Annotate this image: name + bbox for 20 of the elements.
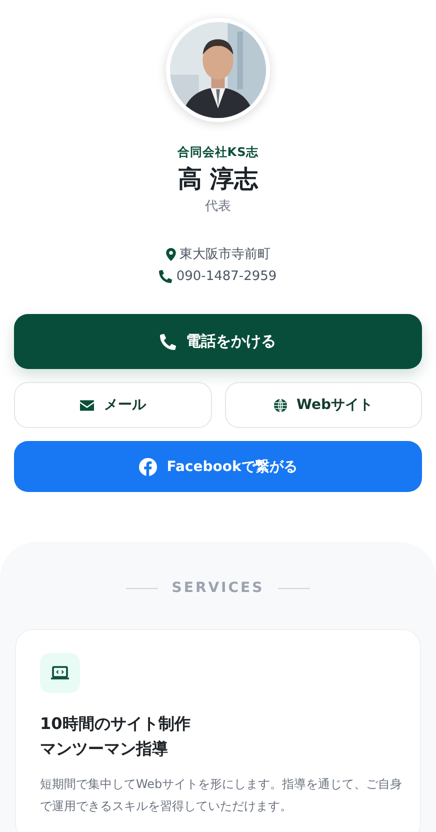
location-pin-icon bbox=[166, 248, 176, 260]
facebook-icon bbox=[138, 458, 157, 476]
globe-icon bbox=[274, 398, 287, 412]
service-title: マンツーマン指導 bbox=[40, 738, 168, 760]
phone-number: 090-1487-2959 bbox=[176, 269, 277, 284]
mail-button[interactable]: メール bbox=[14, 382, 212, 428]
job-title: 代表 bbox=[205, 198, 231, 215]
envelope-icon bbox=[80, 400, 94, 410]
address-text: 東大阪市寺前町 bbox=[180, 246, 270, 263]
website-button[interactable]: Webサイト bbox=[224, 382, 422, 428]
company-name: 合同会社KS志 bbox=[177, 144, 259, 161]
laptop-code-icon bbox=[40, 653, 80, 693]
service-description: 短期間で集中してWebサイトを形にします。指導を通じて、ご自身で運用できるスキルを習得していただけます。 bbox=[40, 776, 404, 815]
phone-icon bbox=[159, 270, 172, 283]
person-name: 高 淳志 bbox=[178, 164, 258, 195]
facebook-button[interactable]: Facebookで繋がる bbox=[14, 441, 422, 492]
service-title: 10時間のサイト制作 bbox=[40, 713, 190, 735]
section-heading: SERVICES bbox=[172, 580, 264, 596]
call-button[interactable]: 電話をかける bbox=[14, 314, 422, 369]
phone-icon bbox=[160, 334, 176, 350]
